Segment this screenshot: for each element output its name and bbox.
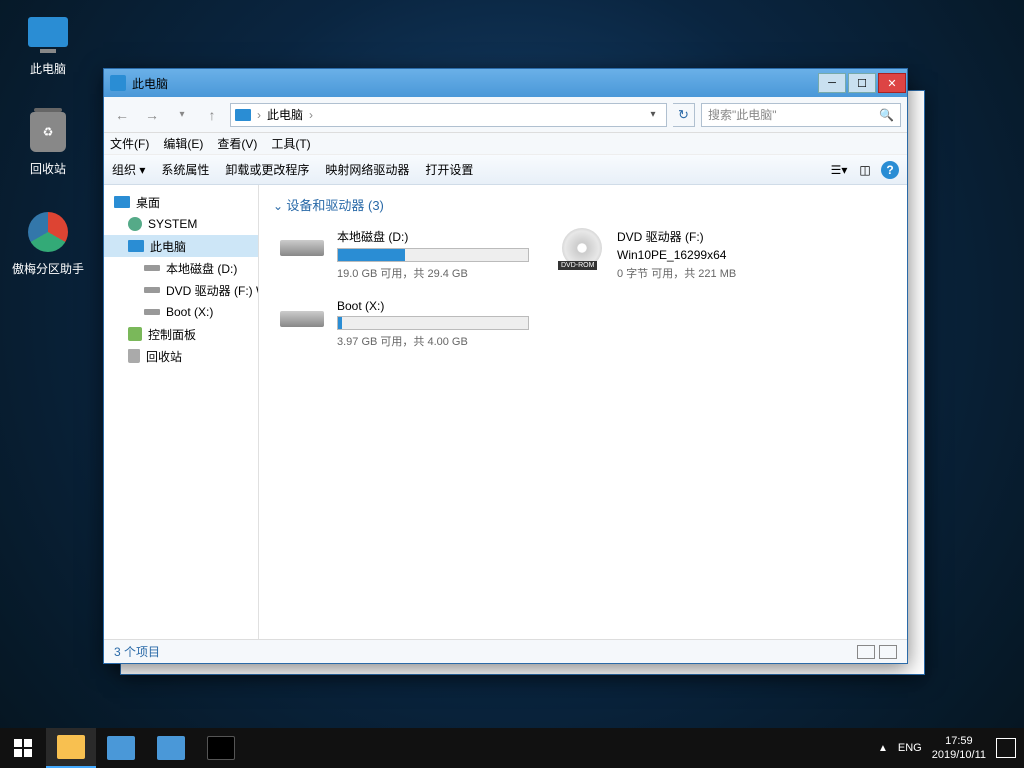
drive-capacity-text: 3.97 GB 可用，共 4.00 GB <box>337 333 529 349</box>
taskbar: ▲ ENG 17:59 2019/10/11 <box>0 728 1024 768</box>
search-placeholder: 搜索"此电脑" <box>708 106 777 123</box>
menu-file[interactable]: 文件(F) <box>110 135 149 152</box>
tree-item-this-pc[interactable]: 此电脑 <box>104 235 258 257</box>
window-icon <box>110 75 126 91</box>
status-text: 3 个项目 <box>114 643 160 660</box>
action-center-button[interactable] <box>996 738 1016 758</box>
drive-name: DVD 驱动器 (F:) <box>617 228 809 245</box>
taskbar-item-terminal[interactable] <box>196 728 246 768</box>
menu-view[interactable]: 查看(V) <box>217 135 257 152</box>
address-segment[interactable]: 此电脑 <box>267 106 303 123</box>
forward-button[interactable]: → <box>140 103 164 127</box>
drive-item[interactable]: DVD 驱动器 (F:) Win10PE_16299x64 0 字节 可用，共 22… <box>553 224 813 285</box>
drive-name: Boot (X:) <box>337 299 529 313</box>
dvd-icon <box>562 228 602 268</box>
menu-tools[interactable]: 工具(T) <box>271 135 310 152</box>
uninstall-button[interactable]: 卸载或更改程序 <box>225 161 309 178</box>
drive-capacity-text: 0 字节 可用，共 221 MB <box>617 265 809 281</box>
maximize-button[interactable] <box>848 73 876 93</box>
view-options-button[interactable]: ☰▾ <box>829 160 849 180</box>
search-icon: 🔍 <box>879 108 894 122</box>
navigation-pane: 桌面 SYSTEM 此电脑 本地磁盘 (D:) DVD 驱动器 (F:) W B… <box>104 185 259 639</box>
taskbar-item-app2[interactable] <box>146 728 196 768</box>
minimize-button[interactable] <box>818 73 846 93</box>
system-tray: ▲ ENG 17:59 2019/10/11 <box>878 734 1024 763</box>
taskbar-item-explorer[interactable] <box>46 728 96 768</box>
details-view-button[interactable] <box>857 645 875 659</box>
capacity-bar <box>337 316 529 330</box>
tree-item-system-user[interactable]: SYSTEM <box>104 213 258 235</box>
explorer-window: 此电脑 ← → ▾ ↑ › 此电脑 › ▾ ↻ 搜索"此电脑" 🔍 文件(F) … <box>103 68 908 664</box>
open-settings-button[interactable]: 打开设置 <box>425 161 473 178</box>
tree-item-recycle-bin[interactable]: 回收站 <box>104 345 258 367</box>
nav-bar: ← → ▾ ↑ › 此电脑 › ▾ ↻ 搜索"此电脑" 🔍 <box>104 97 907 133</box>
drive-sublabel: Win10PE_16299x64 <box>617 248 809 262</box>
desktop-icon-recycle-bin[interactable]: ♻ 回收站 <box>8 108 88 177</box>
taskbar-item-app1[interactable] <box>96 728 146 768</box>
hdd-icon <box>280 311 324 327</box>
drive-item[interactable]: Boot (X:) 3.97 GB 可用，共 4.00 GB <box>273 295 533 353</box>
ime-indicator[interactable]: ENG <box>898 742 922 754</box>
tree-item-local-disk-d[interactable]: 本地磁盘 (D:) <box>104 257 258 279</box>
group-header[interactable]: 设备和驱动器 (3) <box>273 195 893 214</box>
desktop-icon-label: 傲梅分区助手 <box>8 260 88 277</box>
tree-item-control-panel[interactable]: 控制面板 <box>104 323 258 345</box>
desktop-icon-this-pc[interactable]: 此电脑 <box>8 8 88 77</box>
drive-capacity-text: 19.0 GB 可用，共 29.4 GB <box>337 265 529 281</box>
help-button[interactable]: ? <box>881 161 899 179</box>
system-properties-button[interactable]: 系统属性 <box>161 161 209 178</box>
clock[interactable]: 17:59 2019/10/11 <box>932 734 986 763</box>
refresh-button[interactable]: ↻ <box>673 103 695 127</box>
map-drive-button[interactable]: 映射网络驱动器 <box>325 161 409 178</box>
back-button[interactable]: ← <box>110 103 134 127</box>
address-dropdown[interactable]: ▾ <box>644 109 662 120</box>
preview-pane-button[interactable]: ◫ <box>855 160 875 180</box>
tree-item-dvd-f[interactable]: DVD 驱动器 (F:) W <box>104 279 258 301</box>
trash-icon: ♻ <box>24 108 72 156</box>
title-bar[interactable]: 此电脑 <box>104 69 907 97</box>
pc-icon <box>24 8 72 56</box>
start-button[interactable] <box>0 728 46 768</box>
close-button[interactable] <box>878 73 906 93</box>
command-bar: 组织 ▾ 系统属性 卸载或更改程序 映射网络驱动器 打开设置 ☰▾ ◫ ? <box>104 155 907 185</box>
desktop-icon-aomei[interactable]: 傲梅分区助手 <box>8 208 88 277</box>
hdd-icon <box>280 240 324 256</box>
desktop-icon-label: 此电脑 <box>8 60 88 77</box>
window-title: 此电脑 <box>132 75 168 92</box>
capacity-bar <box>337 248 529 262</box>
organize-button[interactable]: 组织 ▾ <box>112 161 145 178</box>
address-bar[interactable]: › 此电脑 › ▾ <box>230 103 667 127</box>
content-pane: 设备和驱动器 (3) 本地磁盘 (D:) 19.0 GB 可用，共 29.4 GB… <box>259 185 907 639</box>
drive-name: 本地磁盘 (D:) <box>337 228 529 245</box>
partition-app-icon <box>24 208 72 256</box>
tiles-view-button[interactable] <box>879 645 897 659</box>
menu-bar: 文件(F) 编辑(E) 查看(V) 工具(T) <box>104 133 907 155</box>
clock-date: 2019/10/11 <box>932 748 986 762</box>
status-bar: 3 个项目 <box>104 639 907 663</box>
tray-overflow-button[interactable]: ▲ <box>878 743 888 754</box>
pc-icon <box>235 109 251 121</box>
search-input[interactable]: 搜索"此电脑" 🔍 <box>701 103 901 127</box>
up-button[interactable]: ↑ <box>200 103 224 127</box>
tree-item-boot-x[interactable]: Boot (X:) <box>104 301 258 323</box>
tree-item-desktop[interactable]: 桌面 <box>104 191 258 213</box>
desktop-icon-label: 回收站 <box>8 160 88 177</box>
drive-item[interactable]: 本地磁盘 (D:) 19.0 GB 可用，共 29.4 GB <box>273 224 533 285</box>
clock-time: 17:59 <box>932 734 986 748</box>
menu-edit[interactable]: 编辑(E) <box>163 135 203 152</box>
